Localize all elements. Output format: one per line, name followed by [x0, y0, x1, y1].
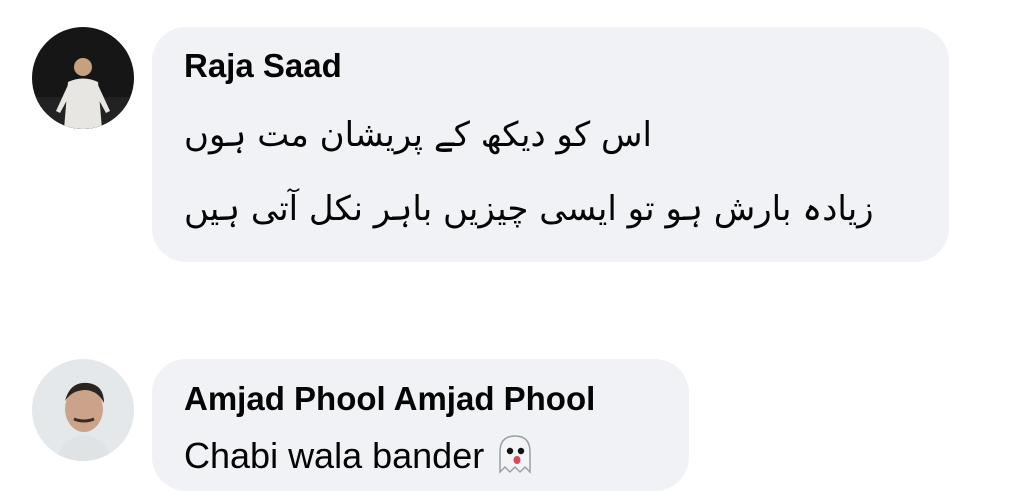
ghost-icon: [492, 432, 538, 485]
comment-text-line: Chabi wala bander: [184, 432, 538, 485]
avatar-photo-icon: [32, 27, 134, 129]
avatar-photo-icon: [32, 359, 134, 461]
avatar[interactable]: [32, 359, 134, 461]
comment-text-line: اس کو دیکھ کے پریشان مت ہوں: [184, 115, 652, 155]
comment-text: Chabi wala bander: [184, 435, 485, 477]
avatar[interactable]: [32, 27, 134, 129]
comment-author[interactable]: Raja Saad: [184, 47, 342, 85]
comment-author[interactable]: Amjad Phool Amjad Phool: [184, 380, 595, 418]
comment-text-line: زیادہ بارش ہو تو ایسی چیزیں باہر نکل آتی…: [184, 189, 874, 229]
